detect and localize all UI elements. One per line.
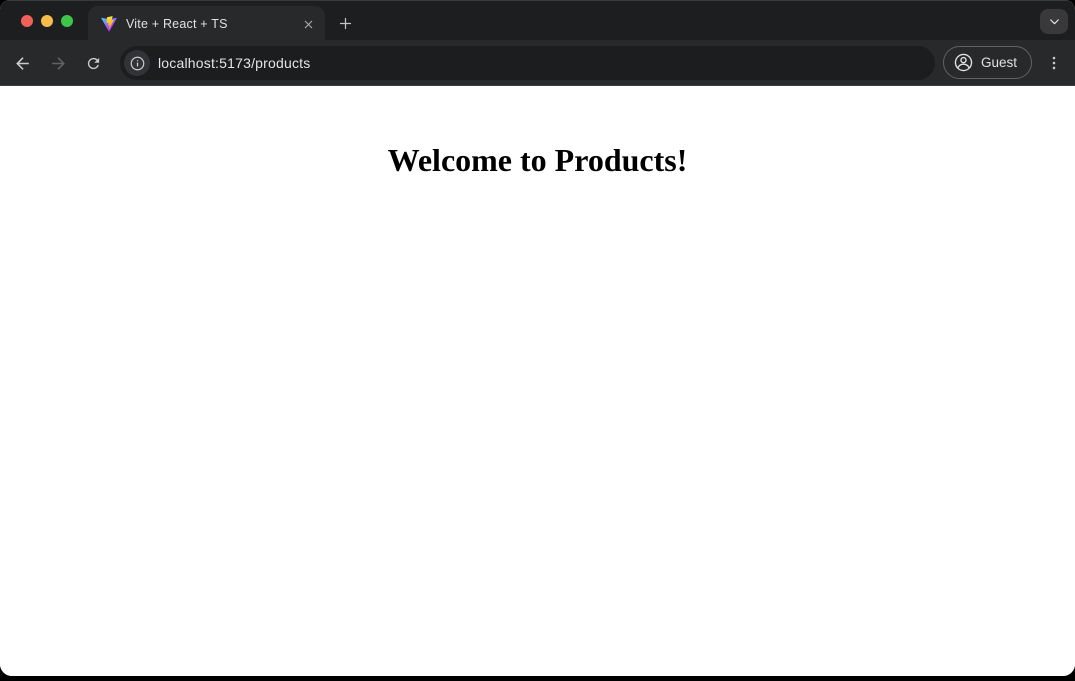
tab-vite-react-ts[interactable]: Vite + React + TS (88, 6, 325, 42)
avatar-icon (953, 52, 974, 73)
refresh-icon (85, 55, 102, 72)
kebab-menu-icon (1045, 54, 1063, 72)
site-info-button[interactable] (124, 50, 150, 76)
traffic-lights (21, 15, 73, 27)
page-content: Welcome to Products! (0, 87, 1075, 676)
info-icon (129, 55, 146, 72)
new-tab-button[interactable] (331, 9, 359, 37)
vite-logo-icon (101, 16, 117, 32)
profile-label: Guest (981, 55, 1017, 70)
plus-icon (338, 16, 353, 31)
url-text[interactable]: localhost:5173/products (158, 55, 310, 71)
minimize-window-button[interactable] (41, 15, 53, 27)
forward-button[interactable] (44, 49, 72, 77)
browser-toolbar: localhost:5173/products Guest (0, 40, 1075, 86)
close-icon (303, 19, 314, 30)
maximize-window-button[interactable] (61, 15, 73, 27)
browser-menu-button[interactable] (1041, 49, 1067, 77)
browser-window: Vite + React + TS (0, 0, 1075, 676)
arrow-left-icon (13, 54, 32, 73)
tab-close-button[interactable] (299, 15, 317, 33)
address-bar[interactable]: localhost:5173/products (120, 46, 935, 80)
profile-button[interactable]: Guest (943, 46, 1032, 79)
page-heading: Welcome to Products! (0, 142, 1075, 179)
chevron-down-icon (1048, 15, 1061, 28)
reload-button[interactable] (79, 49, 107, 77)
tab-search-button[interactable] (1040, 9, 1068, 34)
close-window-button[interactable] (21, 15, 33, 27)
tab-strip: Vite + React + TS (0, 0, 1075, 40)
back-button[interactable] (8, 49, 36, 77)
arrow-right-icon (49, 54, 68, 73)
tab-title: Vite + React + TS (126, 17, 299, 31)
